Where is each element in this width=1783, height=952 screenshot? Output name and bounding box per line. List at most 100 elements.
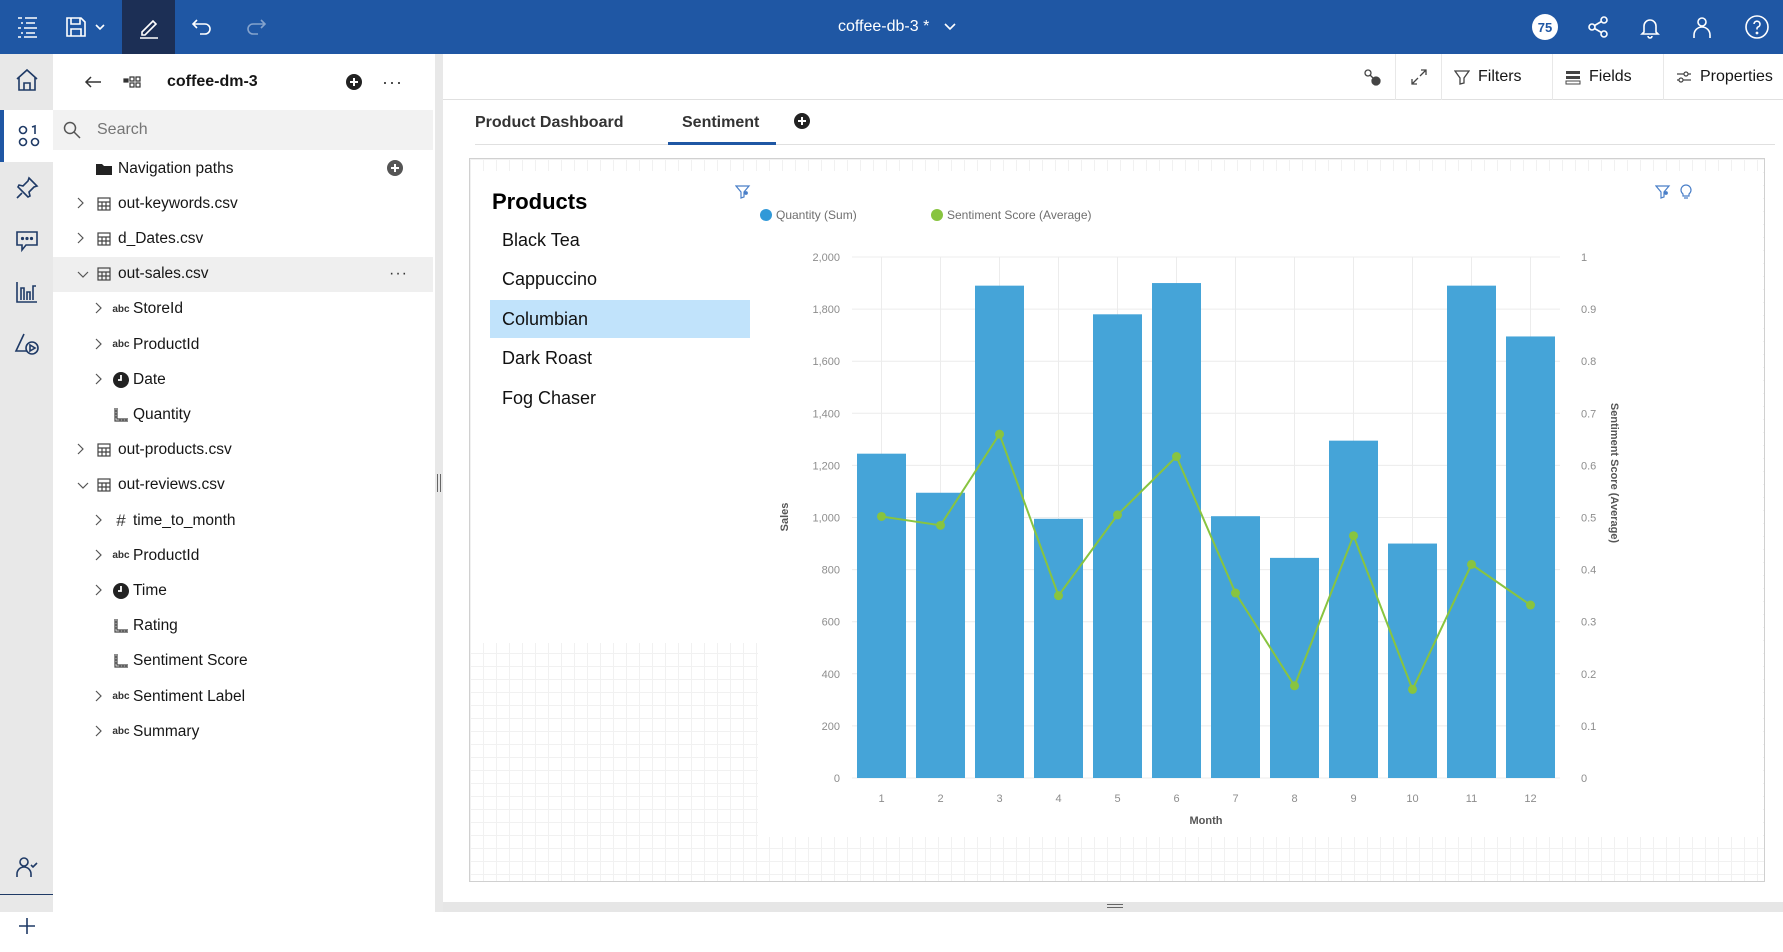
tree-item[interactable]: # time_to_month xyxy=(53,503,433,538)
rail-data[interactable] xyxy=(0,110,53,162)
tree-item[interactable]: Date xyxy=(53,362,433,397)
rail-visualizations[interactable] xyxy=(0,266,53,318)
rail-comments[interactable] xyxy=(0,214,53,266)
notifications-button[interactable] xyxy=(1624,0,1676,54)
tree-item[interactable]: Navigation paths xyxy=(53,151,433,186)
rail-collaborators[interactable] xyxy=(0,841,53,893)
tab-sentiment[interactable]: Sentiment xyxy=(682,114,759,132)
properties-button[interactable]: Properties xyxy=(1663,54,1783,100)
chevron-right-icon[interactable] xyxy=(95,372,103,388)
product-list-item[interactable]: Dark Roast xyxy=(490,340,750,378)
fullscreen-button[interactable] xyxy=(1395,54,1441,100)
chevron-down-icon[interactable] xyxy=(77,477,89,493)
table-icon xyxy=(94,475,114,495)
expand-icon xyxy=(1410,69,1427,85)
rail-add[interactable] xyxy=(0,900,53,952)
tree-item-label: Navigation paths xyxy=(118,159,234,177)
tree-item[interactable]: Sentiment Score xyxy=(53,644,433,679)
redo-button[interactable] xyxy=(229,0,283,54)
products-widget[interactable]: Products Black Tea Cappuccino Columbian Dar… xyxy=(471,171,758,643)
product-list-item[interactable]: Cappuccino xyxy=(490,261,750,299)
tree-item[interactable]: abc Summary xyxy=(53,714,433,749)
product-list-item[interactable]: Columbian xyxy=(490,300,750,338)
product-list-item[interactable]: Black Tea xyxy=(490,221,750,259)
chevron-right-icon[interactable] xyxy=(95,689,103,705)
tree-item[interactable]: out-sales.csv ··· xyxy=(53,256,433,292)
rail-widgets[interactable] xyxy=(0,318,53,370)
bottom-resize-handle[interactable] xyxy=(443,902,1783,912)
filter-icon[interactable] xyxy=(735,185,751,199)
y-tick-label: 200 xyxy=(822,721,840,733)
point-sentiment-month-7 xyxy=(1231,588,1240,598)
undo-button[interactable] xyxy=(175,0,229,54)
chevron-right-icon[interactable] xyxy=(95,548,103,564)
chevron-right-icon[interactable] xyxy=(95,724,103,740)
edit-mode-button[interactable] xyxy=(122,0,175,54)
fields-button[interactable]: Fields xyxy=(1552,54,1663,100)
search-input[interactable] xyxy=(97,121,397,139)
save-button[interactable] xyxy=(58,0,112,54)
tree-item[interactable]: out-keywords.csv xyxy=(53,186,433,221)
tree-item[interactable]: abc StoreId xyxy=(53,292,433,327)
clock-icon xyxy=(111,370,131,390)
chevron-right-icon[interactable] xyxy=(95,337,103,353)
y-tick-label: 1,600 xyxy=(812,356,840,368)
share-button[interactable] xyxy=(1572,0,1624,54)
chevron-right-icon[interactable] xyxy=(95,301,103,317)
tree-item[interactable]: out-products.csv xyxy=(53,433,433,468)
notification-count-button[interactable]: 75 xyxy=(1520,0,1570,54)
x-tick-label: 11 xyxy=(1466,793,1477,805)
help-button[interactable] xyxy=(1730,0,1783,54)
grip-icon xyxy=(437,474,441,492)
tree-item-label: Date xyxy=(133,370,166,388)
back-arrow-icon[interactable] xyxy=(83,74,103,90)
tree-item[interactable]: Quantity xyxy=(53,397,433,432)
share-icon xyxy=(1588,16,1608,38)
y-tick-label: 400 xyxy=(822,669,840,681)
user-button[interactable] xyxy=(1676,0,1728,54)
filters-button[interactable]: Filters xyxy=(1441,54,1552,100)
tree-item[interactable]: abc ProductId xyxy=(53,327,433,362)
search-icon xyxy=(63,121,81,139)
tree-item[interactable]: d_Dates.csv xyxy=(53,221,433,256)
x-tick-label: 4 xyxy=(1055,793,1061,805)
connect-icon xyxy=(1364,69,1381,86)
relationships-button[interactable] xyxy=(1349,54,1395,100)
products-title: Products xyxy=(492,189,588,214)
y2-tick-label: 0.7 xyxy=(1581,408,1596,420)
product-list-item[interactable]: Fog Chaser xyxy=(490,379,750,417)
chevron-right-icon[interactable] xyxy=(77,231,85,247)
point-sentiment-month-11 xyxy=(1467,559,1476,569)
dashboard-title[interactable]: coffee-db-3 * xyxy=(838,0,957,54)
tree-item[interactable]: Time xyxy=(53,573,433,608)
item-overflow-menu-icon[interactable]: ··· xyxy=(389,265,408,283)
tree-item[interactable]: out-reviews.csv xyxy=(53,468,433,503)
y2-tick-label: 0.3 xyxy=(1581,617,1596,629)
chevron-right-icon[interactable] xyxy=(95,513,103,529)
bar-quantity-month-12 xyxy=(1506,336,1555,778)
panel-resize-handle[interactable] xyxy=(435,54,443,912)
tree-item[interactable]: Rating xyxy=(53,609,433,644)
tree-item[interactable]: abc ProductId xyxy=(53,538,433,573)
shapes-icon xyxy=(14,333,39,355)
tree-item-label: Time xyxy=(133,581,167,599)
chevron-right-icon[interactable] xyxy=(95,583,103,599)
add-source-button[interactable] xyxy=(345,73,363,91)
tab-product-dashboard[interactable]: Product Dashboard xyxy=(475,114,623,132)
tree-item[interactable]: abc Sentiment Label xyxy=(53,679,433,714)
filters-label: Filters xyxy=(1478,68,1522,85)
chevron-right-icon[interactable] xyxy=(77,442,85,458)
measure-icon xyxy=(111,405,131,425)
rail-home[interactable] xyxy=(0,54,53,106)
y-tick-label: 1,400 xyxy=(812,408,840,420)
notification-count-badge: 75 xyxy=(1532,14,1558,40)
add-icon xyxy=(18,918,35,934)
overflow-menu-icon[interactable]: ··· xyxy=(382,72,403,93)
add-tab-button[interactable] xyxy=(793,112,811,130)
menu-button[interactable] xyxy=(0,0,54,54)
rail-pins[interactable] xyxy=(0,162,53,214)
chevron-right-icon[interactable] xyxy=(77,196,85,212)
add-navigation-path-button[interactable] xyxy=(386,159,404,182)
chevron-down-icon[interactable] xyxy=(77,266,89,282)
bar-quantity-month-9 xyxy=(1329,440,1378,778)
